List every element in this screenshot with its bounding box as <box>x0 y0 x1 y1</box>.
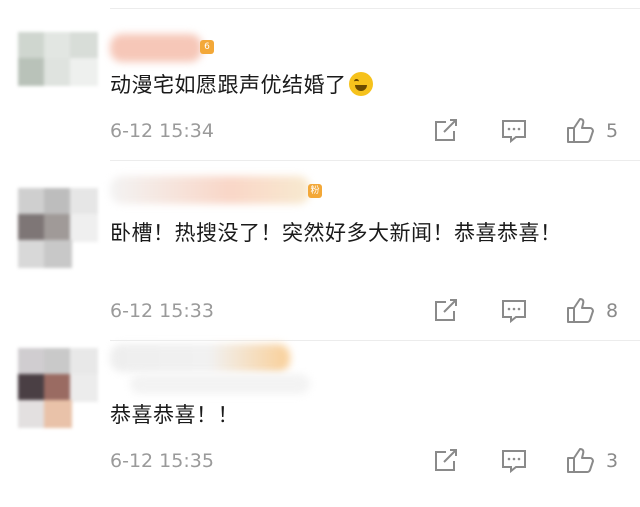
avatar[interactable] <box>18 32 98 112</box>
comment-icon[interactable] <box>500 118 530 144</box>
username[interactable] <box>110 344 290 372</box>
avatar[interactable] <box>18 188 98 268</box>
share-icon[interactable] <box>432 118 462 144</box>
comment-time: 6-12 15:34 <box>110 120 214 142</box>
like-icon[interactable] <box>566 446 596 473</box>
user-badge-icon: 6 <box>200 40 214 54</box>
comment-text: 卧槽！热搜没了！突然好多大新闻！恭喜恭喜！ <box>110 221 562 245</box>
like-count: 5 <box>606 120 619 142</box>
comment-time: 6-12 15:33 <box>110 300 214 322</box>
share-icon[interactable] <box>432 298 462 324</box>
like-count: 8 <box>606 300 619 322</box>
comment-time: 6-12 15:35 <box>110 450 214 472</box>
like-count: 3 <box>606 450 619 472</box>
comment-text-content: 动漫宅如愿跟声优结婚了 <box>110 73 347 97</box>
user-badge-icon: 粉 <box>308 184 322 198</box>
comment-icon[interactable] <box>500 448 530 474</box>
avatar[interactable] <box>18 348 98 428</box>
username[interactable] <box>110 34 202 62</box>
comment-text: 恭喜恭喜！！ <box>110 403 239 427</box>
username-extra <box>130 374 310 394</box>
laughing-emoji-icon <box>348 72 373 96</box>
username[interactable] <box>110 176 310 204</box>
share-icon[interactable] <box>432 448 462 474</box>
comment-text: 动漫宅如愿跟声优结婚了 <box>110 68 618 103</box>
comment-icon[interactable] <box>500 298 530 324</box>
like-icon[interactable] <box>566 296 596 323</box>
like-icon[interactable] <box>566 116 596 143</box>
comment-item: 恭喜恭喜！！ 6-12 15:35 3 <box>0 340 640 507</box>
comment-item: 6 动漫宅如愿跟声优结婚了 6-12 15:34 5 <box>0 0 640 160</box>
comment-item: 粉 卧槽！热搜没了！突然好多大新闻！恭喜恭喜！ 6-12 15:33 8 <box>0 160 640 340</box>
